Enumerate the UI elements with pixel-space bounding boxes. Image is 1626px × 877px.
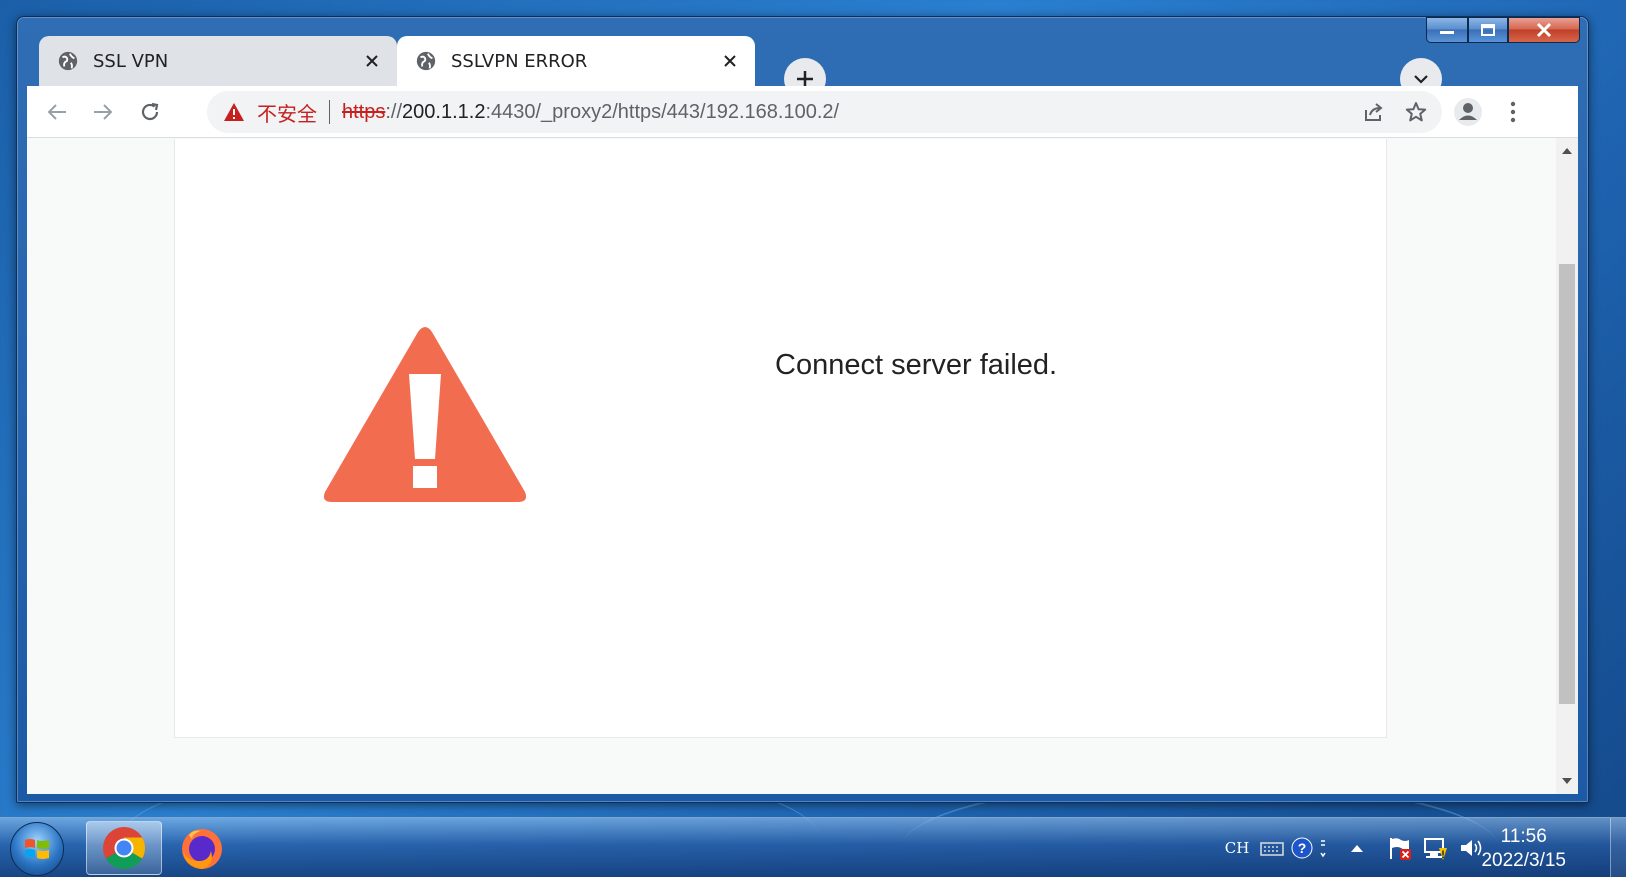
share-icon (1365, 103, 1383, 121)
tab-strip: SSL VPN SSLVPN ERROR (39, 36, 1578, 100)
firefox-icon (182, 829, 222, 869)
forward-arrow-icon (94, 104, 113, 120)
tab-title: SSLVPN ERROR (451, 50, 588, 72)
maximize-icon (1481, 24, 1495, 36)
arrow-down-icon (1562, 778, 1572, 784)
arrow-up-icon (1562, 148, 1572, 154)
start-button[interactable] (10, 822, 64, 876)
chrome-icon (103, 827, 146, 870)
taskbar-firefox[interactable] (164, 821, 240, 875)
error-message: Connect server failed. (775, 349, 1058, 381)
back-button[interactable] (39, 94, 75, 130)
vertical-scrollbar[interactable] (1556, 138, 1578, 794)
minimize-icon (1440, 31, 1454, 34)
globe-icon (58, 51, 78, 71)
divider (329, 100, 330, 124)
warning-icon (224, 103, 244, 121)
scroll-down-button[interactable] (1556, 770, 1578, 792)
ime-options-button[interactable] (1317, 832, 1329, 864)
url-scheme: https (342, 100, 386, 123)
share-button[interactable] (1358, 96, 1390, 128)
tab-ssl-vpn[interactable]: SSL VPN (39, 36, 397, 86)
warning-triangle-icon (323, 327, 527, 502)
close-icon (366, 55, 378, 67)
keyboard-icon (1260, 842, 1284, 856)
browser-menu-button[interactable] (1495, 94, 1531, 130)
flag-icon (1390, 838, 1411, 860)
reload-button[interactable] (132, 94, 168, 130)
triangle-up-icon (1351, 845, 1363, 852)
scrollbar-thumb[interactable] (1559, 264, 1575, 704)
windows-logo-icon (25, 839, 49, 859)
show-desktop-button[interactable] (1610, 818, 1626, 877)
system-clock[interactable]: 11:56 2022/3/15 (1481, 825, 1566, 873)
error-panel: Connect server failed. (174, 139, 1387, 738)
chevron-down-icon (1414, 75, 1428, 84)
page-content: Connect server failed. (27, 138, 1578, 794)
globe-icon (416, 51, 436, 71)
svg-text:?: ? (1298, 840, 1307, 856)
help-button[interactable]: ? (1290, 832, 1314, 864)
tab-sslvpn-error[interactable]: SSLVPN ERROR (397, 36, 755, 86)
options-icon (1320, 840, 1326, 858)
help-icon: ? (1291, 837, 1313, 859)
network-button[interactable] (1422, 832, 1450, 864)
close-icon (724, 55, 736, 67)
taskbar: CH ? 11:56 2022/3/15 (0, 817, 1626, 877)
action-center-button[interactable] (1386, 832, 1414, 864)
star-icon (1405, 102, 1427, 122)
security-status[interactable]: 不安全 (257, 98, 317, 127)
taskbar-chrome[interactable] (86, 821, 162, 875)
forward-button[interactable] (85, 94, 121, 130)
show-hidden-icons-button[interactable] (1346, 832, 1368, 864)
clock-date: 2022/3/15 (1481, 850, 1566, 871)
bookmark-button[interactable] (1400, 96, 1432, 128)
url-separator: :// (385, 100, 403, 123)
url-path: :4430/_proxy2/https/443/192.168.100.2/ (485, 100, 840, 123)
keyboard-button[interactable] (1258, 832, 1286, 864)
clock-time: 11:56 (1500, 826, 1547, 847)
language-indicator[interactable]: CH (1223, 832, 1251, 864)
kebab-menu-icon (1510, 101, 1516, 123)
url-host: 200.1.1.2 (402, 100, 486, 123)
reload-icon (141, 102, 159, 121)
profile-icon (1454, 98, 1482, 126)
url-text[interactable]: https://200.1.1.2:4430/_proxy2/https/443… (342, 101, 839, 124)
address-bar[interactable]: 不安全 https://200.1.1.2:4430/_proxy2/https… (207, 91, 1442, 133)
browser-toolbar: 不安全 https://200.1.1.2:4430/_proxy2/https… (27, 86, 1578, 138)
tab-close-button[interactable] (357, 46, 387, 76)
tab-close-button[interactable] (715, 46, 745, 76)
back-arrow-icon (47, 104, 66, 120)
browser-window: SSL VPN SSLVPN ERROR 不安全 https://200.1.1… (16, 16, 1589, 803)
tab-title: SSL VPN (93, 50, 169, 72)
scroll-up-button[interactable] (1556, 140, 1578, 162)
network-icon (1424, 838, 1447, 860)
profile-button[interactable] (1450, 94, 1486, 130)
